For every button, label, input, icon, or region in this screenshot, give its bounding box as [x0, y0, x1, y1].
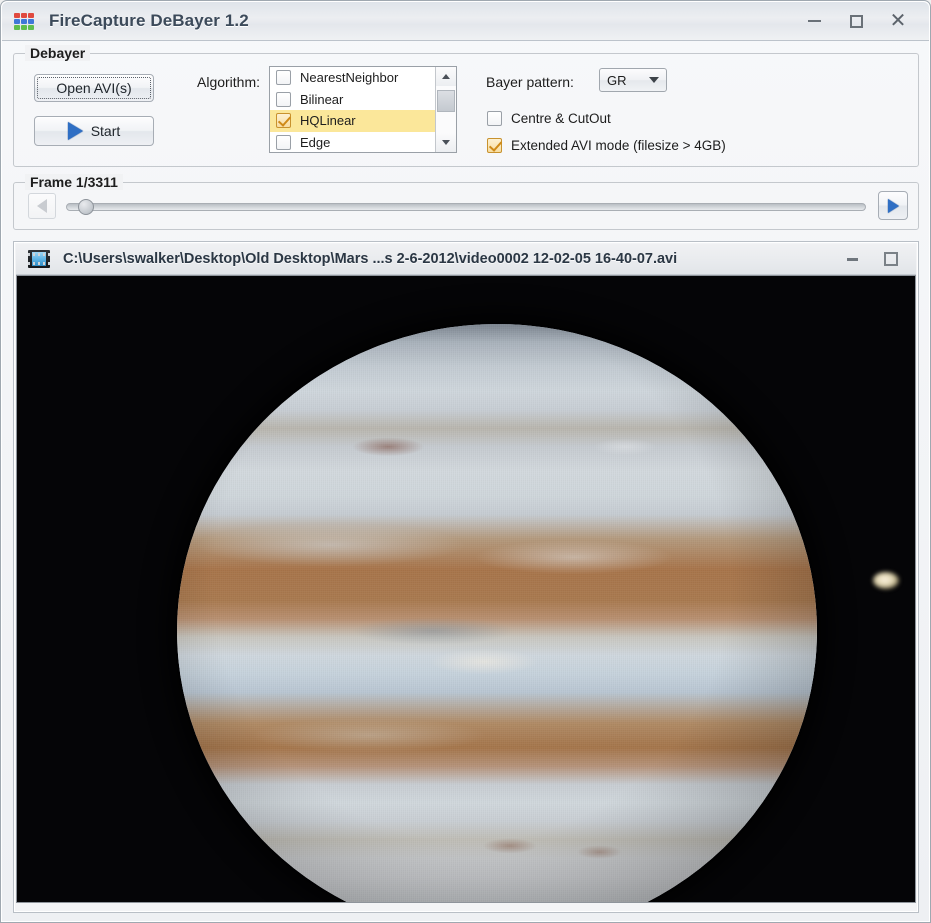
algorithm-label: Algorithm: — [197, 74, 261, 90]
image-window-titlebar: C:\Users\swalker\Desktop\Old Desktop\Mar… — [16, 244, 916, 275]
triangle-left-icon — [37, 199, 47, 213]
algorithm-item-label: Bilinear — [300, 91, 344, 107]
frame-slider[interactable] — [66, 193, 866, 219]
algorithm-checkbox-checked[interactable] — [276, 113, 291, 129]
jupiter-planet-image — [177, 324, 817, 902]
film-strip-icon — [28, 250, 50, 268]
debayer-group-title: Debayer — [25, 45, 91, 61]
start-button[interactable]: Start — [34, 116, 154, 146]
algorithm-item-label: HQLinear — [300, 113, 356, 129]
window-title: FireCapture DeBayer 1.2 — [49, 11, 249, 30]
algorithm-item-hqlinear[interactable]: HQLinear — [270, 110, 435, 132]
centre-cutout-option[interactable]: Centre & CutOut — [487, 111, 611, 126]
minimize-icon — [807, 20, 821, 22]
algorithm-scrollbar[interactable] — [435, 67, 456, 152]
frame-slider-thumb[interactable] — [78, 199, 94, 215]
image-canvas[interactable] — [16, 275, 916, 903]
start-label: Start — [90, 123, 121, 139]
image-window-controls — [841, 248, 902, 270]
triangle-right-icon — [887, 198, 899, 213]
close-button[interactable]: ✕ — [887, 10, 909, 32]
debayer-group: Debayer Open AVI(s) Start Algorithm: Nea… — [13, 45, 919, 167]
algorithm-checkbox[interactable] — [276, 134, 291, 150]
frame-group: Frame 1/3311 — [13, 174, 919, 230]
scroll-down-button[interactable] — [436, 133, 456, 152]
bayer-pattern-label: Bayer pattern: — [486, 74, 574, 90]
image-minimize-button[interactable] — [841, 248, 863, 270]
main-window: FireCapture DeBayer 1.2 ✕ Debayer Open A… — [0, 0, 931, 923]
jupiter-moon — [873, 572, 899, 589]
maximize-button[interactable] — [845, 10, 867, 32]
scroll-up-button[interactable] — [436, 67, 456, 86]
chevron-down-icon — [649, 77, 659, 83]
algorithm-item-label: Edge — [300, 134, 331, 150]
minimize-icon — [846, 257, 858, 261]
scrollbar-thumb[interactable] — [437, 90, 455, 112]
window-titlebar: FireCapture DeBayer 1.2 ✕ — [2, 2, 929, 41]
image-child-window: C:\Users\swalker\Desktop\Old Desktop\Mar… — [13, 241, 919, 913]
extended-avi-option[interactable]: Extended AVI mode (filesize > 4GB) — [487, 138, 726, 153]
centre-cutout-checkbox[interactable] — [487, 111, 502, 126]
algorithm-checkbox[interactable] — [276, 70, 291, 86]
algorithm-item-label: NearestNeighbor — [300, 70, 399, 86]
maximize-icon — [849, 14, 863, 28]
image-maximize-button[interactable] — [880, 248, 902, 270]
close-icon: ✕ — [889, 10, 907, 32]
frame-play-button[interactable] — [878, 191, 908, 220]
open-avi-button[interactable]: Open AVI(s) — [34, 74, 154, 102]
color-grid-icon — [13, 11, 35, 31]
bayer-pattern-value: GR — [607, 72, 627, 88]
scrollbar-track[interactable] — [436, 86, 456, 133]
extended-avi-checkbox-checked[interactable] — [487, 138, 502, 153]
window-controls: ✕ — [803, 10, 909, 32]
frame-slider-track[interactable] — [66, 203, 866, 211]
algorithm-checkbox[interactable] — [276, 91, 291, 107]
jupiter-limb-darkening — [177, 324, 817, 902]
algorithm-item-nearestneighbor[interactable]: NearestNeighbor — [270, 67, 435, 89]
bayer-pattern-select[interactable]: GR — [599, 68, 667, 92]
frame-group-title: Frame 1/3311 — [25, 174, 123, 190]
algorithm-item-bilinear[interactable]: Bilinear — [270, 89, 435, 111]
frame-prev-button[interactable] — [28, 193, 56, 219]
play-icon — [67, 122, 83, 140]
image-window-title: C:\Users\swalker\Desktop\Old Desktop\Mar… — [63, 251, 678, 267]
chevron-down-icon — [442, 140, 450, 145]
maximize-icon — [884, 252, 898, 266]
algorithm-rows: NearestNeighbor Bilinear HQLinear Edge — [270, 67, 435, 152]
algorithm-item-edge[interactable]: Edge — [270, 132, 435, 154]
minimize-button[interactable] — [803, 10, 825, 32]
extended-avi-label: Extended AVI mode (filesize > 4GB) — [511, 138, 726, 153]
algorithm-listbox[interactable]: NearestNeighbor Bilinear HQLinear Edge — [269, 66, 457, 153]
centre-cutout-label: Centre & CutOut — [511, 111, 611, 126]
open-avi-label: Open AVI(s) — [56, 80, 132, 96]
chevron-up-icon — [442, 74, 450, 79]
app-root: FireCapture DeBayer 1.2 ✕ Debayer Open A… — [0, 0, 931, 923]
